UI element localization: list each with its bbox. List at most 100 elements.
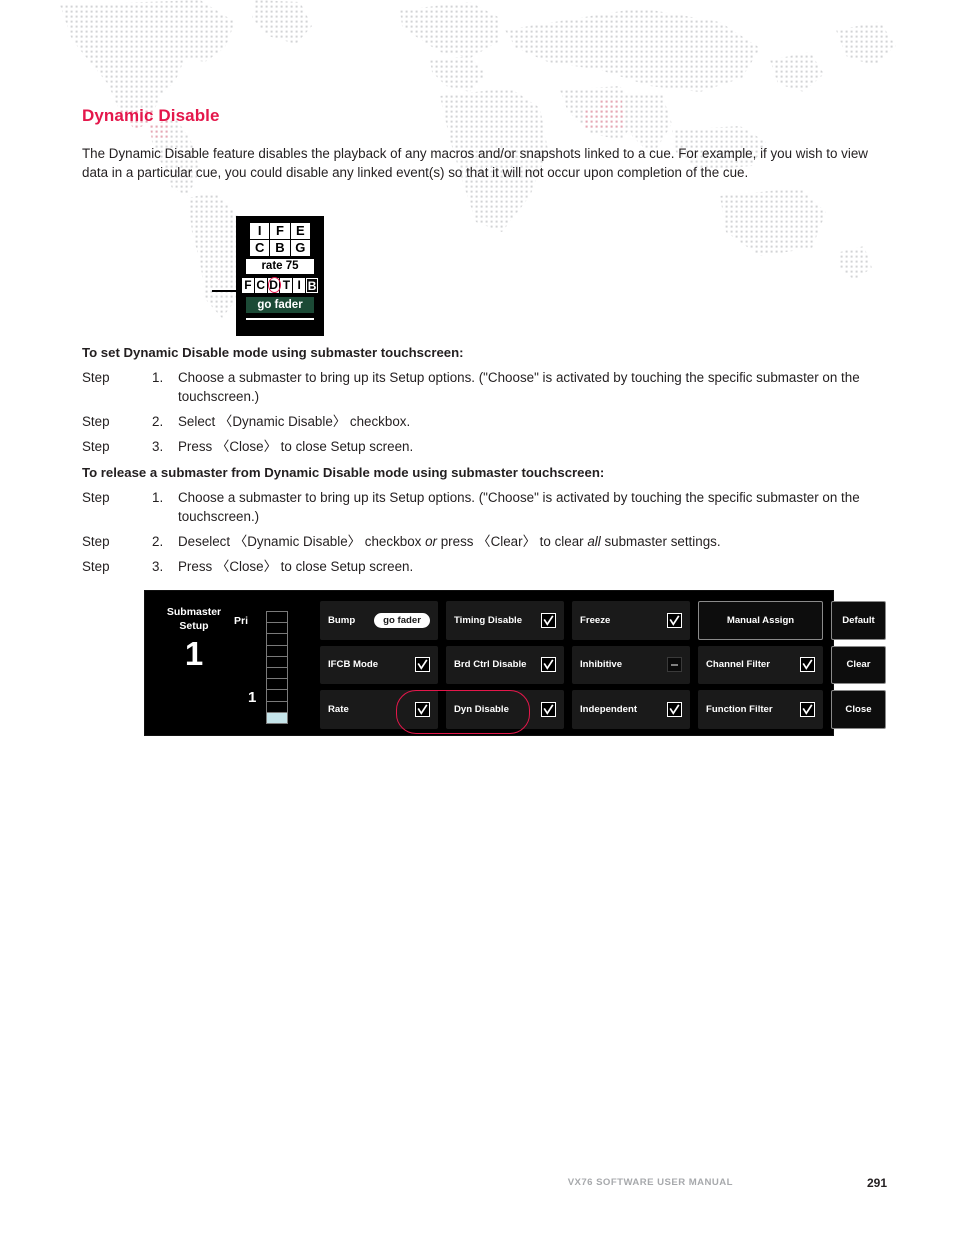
button-default[interactable]: Default bbox=[831, 601, 886, 640]
checkbox-checked[interactable] bbox=[800, 702, 815, 718]
button-close[interactable]: Close bbox=[831, 690, 886, 729]
fader-segment bbox=[267, 668, 287, 680]
checkmark-icon bbox=[417, 704, 428, 716]
lcd-cell-i: I bbox=[250, 223, 270, 239]
intro-paragraph: The Dynamic Disable feature disables the… bbox=[82, 146, 868, 180]
step-item: Step 3. Press 〈Close〉 to close Setup scr… bbox=[82, 558, 923, 577]
submaster-option-grid: Bump go fader Timing Disable Freeze Manu… bbox=[320, 601, 886, 729]
fader-segment bbox=[267, 657, 287, 669]
procedure-title-release: To release a submaster from Dynamic Disa… bbox=[82, 465, 605, 480]
step-label: Step bbox=[82, 559, 110, 574]
checkbox-checked[interactable] bbox=[667, 702, 682, 718]
step-text: Press 〈Close〉 to close Setup screen. bbox=[178, 559, 414, 574]
step-item: Step 2. Deselect 〈Dynamic Disable〉 check… bbox=[82, 533, 923, 552]
option-function-filter[interactable]: Function Filter bbox=[698, 690, 823, 729]
option-ifcb-mode[interactable]: IFCB Mode bbox=[320, 645, 438, 685]
lcd-ifcb-grid: I F E C B G bbox=[250, 223, 310, 256]
lcd-status-c: C bbox=[254, 278, 267, 293]
step-number: 1. bbox=[152, 490, 164, 505]
option-label: Freeze bbox=[580, 614, 611, 626]
option-brd-ctrl-disable[interactable]: Brd Ctrl Disable bbox=[446, 645, 564, 685]
fader-segment bbox=[267, 646, 287, 657]
option-label: Timing Disable bbox=[454, 614, 523, 626]
checkmark-icon bbox=[802, 659, 813, 671]
go-fader-pill[interactable]: go fader bbox=[374, 612, 430, 628]
checkbox-checked[interactable] bbox=[415, 702, 430, 718]
option-freeze[interactable]: Freeze bbox=[572, 601, 690, 640]
checkmark-icon bbox=[543, 615, 554, 626]
step-number: 3. bbox=[152, 439, 164, 454]
step-text-emphasis-or: or bbox=[425, 534, 437, 549]
option-bump[interactable]: Bump go fader bbox=[320, 601, 438, 640]
step-item: Step 3. Press 〈Close〉 to close Setup scr… bbox=[82, 438, 923, 457]
step-item: Step 2. Select 〈Dynamic Disable〉 checkbo… bbox=[82, 413, 923, 432]
option-rate[interactable]: Rate bbox=[320, 690, 438, 729]
footer-manual-title: VX76 SOFTWARE USER MANUAL bbox=[567, 1177, 733, 1188]
lcd-cell-b: B bbox=[270, 240, 290, 256]
option-label: Function Filter bbox=[706, 704, 773, 716]
lcd-status-f: F bbox=[242, 278, 254, 293]
fader-value: 1 bbox=[248, 689, 257, 706]
lcd-screen: I F E C B G rate 75 F C D T I B go fader bbox=[236, 216, 324, 336]
lcd-status-i: I bbox=[293, 278, 306, 293]
option-dyn-disable[interactable]: Dyn Disable bbox=[446, 690, 564, 729]
checkbox-checked[interactable] bbox=[800, 657, 815, 673]
option-independent[interactable]: Independent bbox=[572, 690, 690, 729]
step-text: Deselect 〈Dynamic Disable〉 checkbox or p… bbox=[178, 533, 923, 552]
step-text-part: submaster settings. bbox=[600, 534, 721, 549]
step-label: Step bbox=[82, 370, 110, 385]
option-label: Close bbox=[845, 704, 872, 716]
step-label: Step bbox=[82, 490, 110, 505]
option-label: Clear bbox=[846, 659, 871, 671]
option-label: Channel Filter bbox=[706, 659, 770, 671]
checkbox-checked[interactable] bbox=[541, 702, 556, 718]
step-number: 2. bbox=[152, 414, 164, 429]
option-timing-disable[interactable]: Timing Disable bbox=[446, 601, 564, 640]
checkmark-icon bbox=[802, 704, 813, 716]
step-label: Step bbox=[82, 439, 110, 454]
option-label: Manual Assign bbox=[726, 614, 795, 626]
option-label: Dyn Disable bbox=[454, 704, 509, 716]
priority-label: Pri bbox=[234, 615, 249, 627]
checkmark-icon bbox=[543, 659, 554, 671]
lcd-cell-e: E bbox=[290, 223, 310, 239]
fader-segment bbox=[267, 634, 287, 646]
step-number: 3. bbox=[152, 559, 164, 574]
option-channel-filter[interactable]: Channel Filter bbox=[698, 645, 823, 685]
option-label: Rate bbox=[328, 704, 349, 716]
option-label: Inhibitive bbox=[580, 659, 623, 671]
step-text-part: Deselect 〈Dynamic Disable〉 checkbox bbox=[178, 534, 426, 549]
step-item: Step 1. Choose a submaster to bring up i… bbox=[82, 369, 923, 406]
checkbox-unavailable[interactable] bbox=[667, 657, 682, 673]
option-inhibitive[interactable]: Inhibitive bbox=[572, 645, 690, 685]
step-label: Step bbox=[82, 414, 110, 429]
button-clear[interactable]: Clear bbox=[831, 645, 886, 685]
checkbox-checked[interactable] bbox=[667, 612, 682, 628]
checkmark-icon bbox=[417, 659, 428, 671]
option-label: IFCB Mode bbox=[328, 659, 379, 671]
footer-page-number: 291 bbox=[866, 1176, 887, 1190]
step-text-emphasis-all: all bbox=[587, 534, 601, 549]
checkbox-checked[interactable] bbox=[541, 612, 556, 628]
option-label: Default bbox=[842, 614, 875, 626]
fader-segment bbox=[267, 612, 287, 624]
step-item: Step 1. Choose a submaster to bring up i… bbox=[82, 489, 923, 526]
lcd-bottom-bar bbox=[246, 318, 314, 320]
lcd-rate-readout: rate 75 bbox=[246, 259, 314, 274]
step-text: Choose a submaster to bring up its Setup… bbox=[178, 490, 860, 524]
checkbox-checked[interactable] bbox=[415, 657, 430, 673]
checkmark-icon bbox=[669, 615, 680, 626]
submaster-identity: Submaster Setup 1 Pri 1 bbox=[156, 605, 311, 725]
priority-fader[interactable] bbox=[266, 611, 288, 724]
option-manual-assign[interactable]: Manual Assign bbox=[698, 601, 823, 640]
checkmark-icon bbox=[543, 704, 554, 716]
page-title: Dynamic Disable bbox=[82, 106, 220, 125]
fader-segment bbox=[267, 702, 287, 713]
step-text: Select 〈Dynamic Disable〉 checkbox. bbox=[178, 414, 411, 429]
step-number: 2. bbox=[152, 534, 164, 549]
checkbox-checked[interactable] bbox=[541, 657, 556, 673]
lcd-cell-g: G bbox=[290, 240, 310, 256]
step-text: Choose a submaster to bring up its Setup… bbox=[178, 370, 860, 404]
procedure-title-set: To set Dynamic Disable mode using submas… bbox=[82, 345, 464, 360]
submaster-setup-title-line1: Submaster bbox=[166, 606, 222, 618]
